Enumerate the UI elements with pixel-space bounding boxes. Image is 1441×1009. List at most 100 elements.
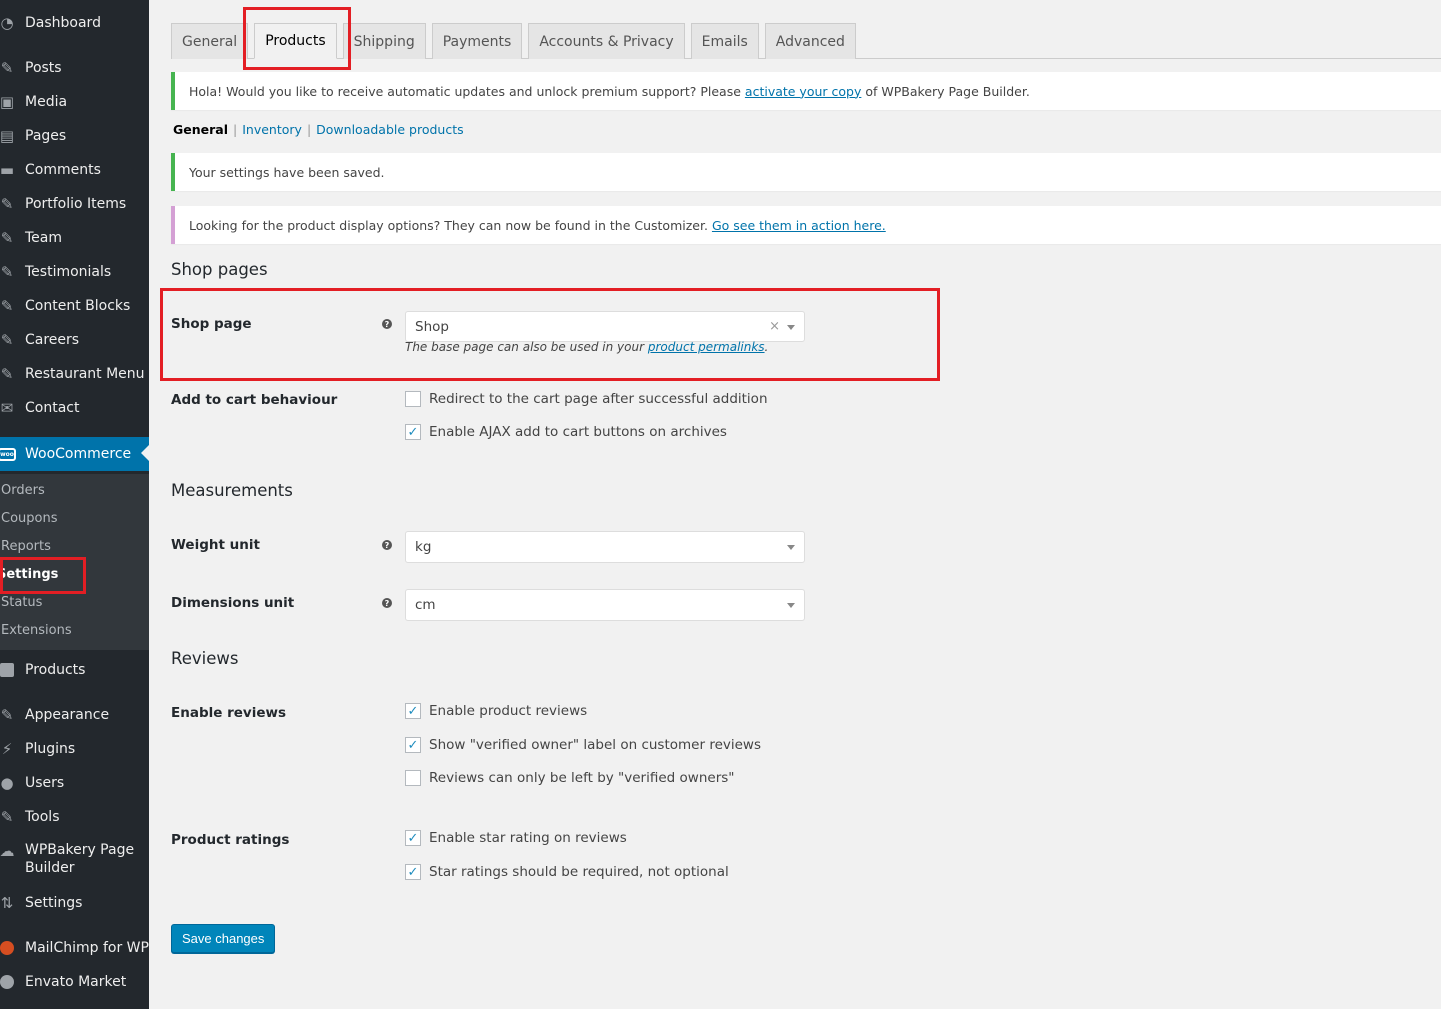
pin-icon: ✎ [0, 229, 14, 247]
tab-accounts-privacy[interactable]: Accounts & Privacy [528, 23, 685, 59]
pin-icon: ✎ [0, 195, 14, 213]
tab-advanced[interactable]: Advanced [764, 23, 856, 59]
enable-reviews-label: Enable reviews [171, 705, 286, 721]
sidebar-item-restaurant-menu[interactable]: ✎ Restaurant Menu [0, 358, 149, 390]
sidebar-item-wpbakery[interactable]: ☁ WPBakery Page Builder [0, 841, 149, 879]
sidebar-item-comments[interactable]: ▬ Comments [0, 154, 149, 186]
wpbakery-icon: ☁ [0, 842, 15, 860]
sidebar-item-settings[interactable]: ⇅ Settings [0, 887, 149, 919]
help-icon[interactable]: ? [382, 319, 392, 329]
enable-reviews-option: ✓ Enable product reviews [405, 703, 587, 719]
redirect-option: Redirect to the cart page after successf… [405, 391, 768, 407]
media-icon: ▣ [0, 93, 15, 111]
redirect-checkbox[interactable] [405, 391, 421, 407]
plugin-icon: ⚡ [1, 740, 13, 758]
sidebar-item-appearance[interactable]: ✎ Appearance [0, 699, 149, 731]
subnav-separator: | [233, 122, 238, 137]
settings-tabs: General Products Shipping Payments Accou… [171, 23, 856, 59]
sidebar-item-posts[interactable]: ✎ Posts [0, 52, 149, 84]
sidebar-item-label-line2: Builder [25, 860, 75, 876]
sidebar-item-label: Dashboard [25, 15, 101, 31]
sidebar-item-team[interactable]: ✎ Team [0, 222, 149, 254]
submenu-orders[interactable]: Orders [1, 483, 45, 499]
subnav-general[interactable]: General [173, 122, 228, 137]
sidebar-item-mailchimp[interactable]: MailChimp for WP [0, 932, 149, 964]
help-icon[interactable]: ? [382, 540, 392, 550]
star-rating-required-checkbox[interactable]: ✓ [405, 864, 421, 880]
add-to-cart-label: Add to cart behaviour [171, 392, 338, 408]
woocommerce-submenu: Orders Coupons Reports Settings Status E… [0, 474, 149, 650]
sidebar-item-label: Contact [25, 400, 80, 416]
ajax-checkbox[interactable]: ✓ [405, 424, 421, 440]
checkbox-label: Show "verified owner" label on customer … [429, 737, 761, 753]
reviews-heading: Reviews [171, 649, 239, 668]
settings-saved-notice: Your settings have been saved. [171, 153, 1441, 191]
save-changes-button[interactable]: Save changes [171, 924, 276, 953]
notice-text: Hola! Would you like to receive automati… [189, 83, 741, 99]
weight-unit-label: Weight unit [171, 537, 260, 553]
subnav-inventory[interactable]: Inventory [242, 122, 302, 137]
enable-reviews-checkbox[interactable]: ✓ [405, 703, 421, 719]
sidebar-item-users[interactable]: ● Users [0, 767, 149, 799]
shop-page-select[interactable]: Shop × [405, 311, 805, 342]
sidebar-item-label: Comments [25, 162, 101, 178]
chevron-down-icon [787, 325, 795, 330]
sidebar-item-portfolio-items[interactable]: ✎ Portfolio Items [0, 188, 149, 220]
product-permalinks-link[interactable]: product permalinks [648, 340, 765, 354]
sidebar-item-dashboard[interactable]: ◔ Dashboard [0, 7, 149, 39]
sidebar-item-label: Posts [25, 60, 62, 76]
pin-icon: ✎ [0, 331, 14, 349]
checkbox-label: Enable star rating on reviews [429, 830, 627, 846]
pages-icon: ▤ [0, 127, 15, 145]
shop-pages-heading: Shop pages [171, 260, 268, 279]
subnav-separator: | [306, 122, 312, 137]
sidebar-item-contact[interactable]: ✉ Contact [0, 392, 149, 424]
verified-only-checkbox[interactable] [405, 770, 421, 786]
submenu-settings[interactable]: Settings [0, 567, 58, 583]
sidebar-item-label: Content Blocks [25, 298, 131, 314]
tab-payments[interactable]: Payments [431, 23, 523, 59]
tab-emails[interactable]: Emails [690, 23, 759, 59]
sidebar-item-label: Envato Market [25, 974, 127, 990]
notice-text: of WPBakery Page Builder. [865, 83, 1030, 99]
tab-products[interactable]: Products [254, 23, 337, 59]
activate-copy-link[interactable]: activate your copy [745, 84, 861, 99]
checkbox-label: Reviews can only be left by "verified ow… [429, 770, 735, 786]
sidebar-item-label: Tools [25, 809, 60, 825]
sidebar-item-woocommerce[interactable]: woo WooCommerce [0, 437, 149, 471]
sidebar-item-products[interactable]: Products [0, 654, 149, 686]
weight-unit-select[interactable]: kg [405, 531, 805, 563]
clear-icon[interactable]: × [769, 319, 780, 334]
tab-shipping[interactable]: Shipping [342, 23, 426, 59]
sidebar-item-careers[interactable]: ✎ Careers [0, 324, 149, 356]
sidebar-item-pages[interactable]: ▤ Pages [0, 120, 149, 152]
dimensions-unit-select[interactable]: cm [405, 589, 805, 621]
shop-page-value: Shop [415, 318, 449, 335]
checkbox-label: Enable product reviews [429, 703, 588, 719]
verified-owner-label-checkbox[interactable]: ✓ [405, 737, 421, 753]
sidebar-item-label: MailChimp for WP [25, 940, 149, 956]
star-rating-checkbox[interactable]: ✓ [405, 830, 421, 846]
submenu-coupons[interactable]: Coupons [1, 511, 58, 527]
sidebar-item-media[interactable]: ▣ Media [0, 86, 149, 118]
sidebar-item-label: Portfolio Items [25, 196, 127, 212]
submenu-status[interactable]: Status [1, 595, 42, 611]
checkbox-label: Star ratings should be required, not opt… [429, 864, 729, 880]
sidebar-item-label: Testimonials [25, 264, 112, 280]
dimensions-unit-value: cm [415, 597, 436, 613]
submenu-reports[interactable]: Reports [1, 539, 51, 555]
sidebar-item-content-blocks[interactable]: ✎ Content Blocks [0, 290, 149, 322]
sidebar-item-plugins[interactable]: ⚡ Plugins [0, 733, 149, 765]
dimensions-unit-label: Dimensions unit [171, 595, 295, 611]
settings-icon: ⇅ [0, 894, 14, 912]
sidebar-item-tools[interactable]: ✎ Tools [0, 801, 149, 833]
subnav-downloadable-products[interactable]: Downloadable products [316, 122, 463, 137]
sidebar-item-envato-market[interactable]: Envato Market [0, 966, 149, 998]
submenu-extensions[interactable]: Extensions [1, 623, 72, 639]
sidebar-item-label: Products [25, 662, 86, 678]
notice-text: Looking for the product display options?… [189, 217, 708, 233]
sidebar-item-testimonials[interactable]: ✎ Testimonials [0, 256, 149, 288]
tab-general[interactable]: General [171, 23, 249, 59]
customizer-link[interactable]: Go see them in action here. [712, 218, 886, 233]
help-icon[interactable]: ? [382, 598, 392, 608]
